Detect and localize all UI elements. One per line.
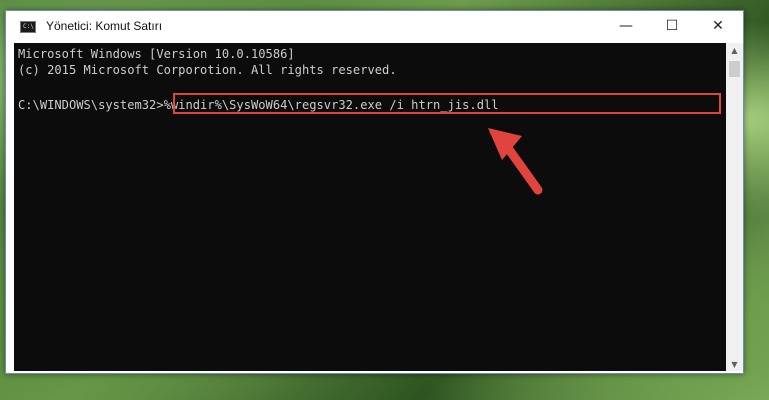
minimize-button[interactable]: —	[603, 11, 649, 41]
vertical-scrollbar[interactable]: ▲ ▼	[726, 43, 743, 371]
arrow-shaft	[503, 143, 543, 195]
scroll-up-button[interactable]: ▲	[726, 43, 743, 57]
console-area[interactable]: Microsoft Windows [Version 10.0.10586] (…	[14, 43, 726, 371]
console-copyright-line: (c) 2015 Microsoft Corporotion. All righ…	[18, 63, 397, 77]
minimize-icon: —	[619, 18, 633, 34]
chevron-down-icon: ▼	[731, 359, 738, 369]
console-version-line: Microsoft Windows [Version 10.0.10586]	[18, 47, 295, 61]
chevron-up-icon: ▲	[731, 45, 738, 55]
window-title: Yönetici: Komut Satırı	[46, 19, 163, 33]
scroll-down-button[interactable]: ▼	[726, 357, 743, 371]
console-prompt: C:\WINDOWS\system32>	[18, 98, 164, 112]
close-icon: ✕	[712, 18, 724, 34]
maximize-button[interactable]: ☐	[649, 11, 695, 41]
command-prompt-window[interactable]: C:\ Yönetici: Komut Satırı — ☐ ✕ Microso…	[5, 10, 744, 374]
cmd-icon: C:\	[20, 21, 36, 33]
maximize-icon: ☐	[665, 18, 679, 34]
close-button[interactable]: ✕	[695, 11, 741, 41]
title-bar[interactable]: C:\ Yönetici: Komut Satırı — ☐ ✕	[6, 11, 743, 43]
scroll-thumb[interactable]	[729, 61, 740, 77]
cmd-icon-glyph: C:\	[23, 23, 34, 30]
command-highlight-box	[173, 93, 721, 114]
red-arrow-icon	[488, 128, 543, 195]
